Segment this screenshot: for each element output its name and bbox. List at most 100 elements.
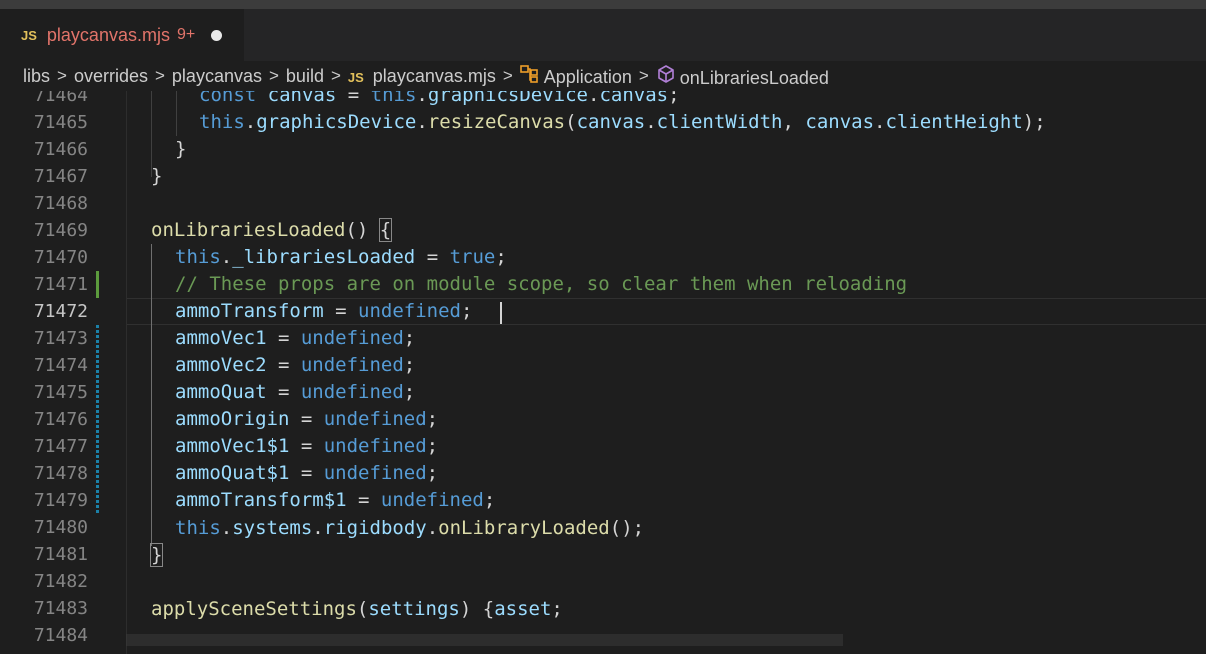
punctuation: .	[312, 517, 324, 539]
method-name: applySceneSettings	[151, 598, 357, 620]
operator: =	[346, 489, 381, 511]
breadcrumb-separator: >	[502, 66, 513, 85]
code-line-71469: onLibrariesLoaded() {	[151, 217, 393, 244]
punctuation: ;	[668, 91, 680, 106]
code-editor[interactable]: 71464 71465 71466 71467 71468 71469 71470 71471…	[0, 91, 1206, 654]
identifier: ammoVec1$1	[175, 435, 290, 457]
operator: =	[266, 354, 301, 376]
literal: true	[449, 246, 496, 268]
punctuation: ();	[609, 517, 645, 539]
code-line-71466: }	[175, 136, 186, 163]
punctuation: .	[220, 517, 233, 539]
symbol-class-icon	[519, 64, 540, 83]
identifier: ammoOrigin	[175, 408, 290, 430]
punctuation: ;	[483, 489, 496, 511]
text-cursor	[500, 302, 502, 324]
punctuation: ;	[461, 300, 473, 322]
problems-count-badge: 9+	[176, 26, 196, 43]
code-line-assignment: ammoVec1 = undefined;	[175, 325, 415, 352]
breadcrumb-method-label: onLibrariesLoaded	[679, 67, 829, 88]
code-line-71467: }	[151, 163, 162, 190]
matched-bracket: }	[149, 543, 164, 567]
keyword: const	[199, 91, 257, 106]
punctuation: .	[426, 517, 439, 539]
code-line-assignment: ammoTransform$1 = undefined;	[175, 487, 495, 514]
breadcrumb-class-label: Application	[543, 66, 632, 87]
keyword: this	[175, 246, 221, 268]
breadcrumb-method[interactable]: onLibrariesLoaded	[656, 64, 829, 89]
operator: =	[266, 381, 301, 403]
operator: =	[289, 462, 324, 484]
identifier: canvas	[805, 111, 875, 133]
js-file-icon: JS	[21, 27, 37, 43]
closing-brace: }	[175, 138, 187, 160]
title-strip	[0, 0, 1206, 9]
breadcrumb-class[interactable]: Application	[519, 64, 632, 88]
punctuation: .	[244, 111, 257, 133]
identifier: graphicsDevice	[427, 91, 588, 106]
operator: =	[266, 327, 301, 349]
literal: undefined	[323, 408, 427, 430]
breadcrumb-playcanvas[interactable]: playcanvas	[172, 66, 262, 87]
breadcrumb-separator: >	[154, 66, 165, 85]
identifier: ammoTransform	[175, 300, 324, 322]
unsaved-dot-icon[interactable]	[211, 29, 223, 41]
breadcrumb-separator: >	[268, 66, 279, 85]
identifier: clientHeight	[885, 111, 1023, 133]
method-name: onLibrariesLoaded	[151, 219, 346, 241]
editor-tab-bar: JS playcanvas.mjs 9+	[0, 9, 1206, 61]
horizontal-scrollbar[interactable]	[126, 634, 843, 646]
punctuation: ,	[782, 111, 806, 133]
identifier: systems	[232, 517, 313, 539]
punctuation: ;	[403, 381, 416, 403]
breadcrumb-build[interactable]: build	[286, 66, 324, 87]
literal: undefined	[300, 327, 404, 349]
code-line-71483: applySceneSettings(settings) {asset;	[151, 596, 563, 623]
identifier: clientWidth	[656, 111, 783, 133]
code-line-assignment: ammoTransform = undefined;	[175, 298, 472, 325]
literal: undefined	[323, 435, 427, 457]
code-line-71480: this.systems.rigidbody.onLibraryLoaded()…	[175, 515, 644, 542]
breadcrumb-separator: >	[638, 66, 649, 85]
code-line-assignment: ammoVec2 = undefined;	[175, 352, 415, 379]
breadcrumb-separator: >	[57, 66, 67, 85]
identifier: ammoVec2	[175, 354, 267, 376]
punctuation: .	[416, 91, 428, 106]
tab-filename: playcanvas.mjs	[46, 24, 170, 45]
operator: =	[323, 300, 359, 322]
identifier: _librariesLoaded	[232, 246, 416, 268]
parameter: settings	[368, 598, 460, 620]
operator: =	[415, 246, 450, 268]
identifier: canvas	[267, 91, 337, 106]
operator: =	[289, 408, 324, 430]
punctuation: .	[220, 246, 233, 268]
breadcrumb-libs[interactable]: libs	[23, 66, 50, 87]
keyword: this	[175, 517, 221, 539]
punctuation: ;	[426, 462, 439, 484]
punctuation: ;	[403, 354, 416, 376]
breadcrumb-file[interactable]: JS playcanvas.mjs	[348, 66, 496, 87]
function-name: onLibraryLoaded	[438, 517, 610, 539]
punctuation: .	[874, 111, 886, 133]
literal: undefined	[323, 462, 427, 484]
function-name: resizeCanvas	[427, 111, 566, 133]
breadcrumb-file-label: playcanvas.mjs	[372, 65, 496, 86]
identifier: graphicsDevice	[256, 111, 417, 133]
punctuation: (	[356, 598, 369, 620]
punctuation: ) {	[459, 598, 495, 620]
operator: =	[336, 91, 371, 106]
punctuation: ;	[551, 598, 563, 620]
tab-playcanvas-mjs[interactable]: JS playcanvas.mjs 9+	[0, 9, 244, 61]
punctuation: );	[1022, 111, 1046, 133]
matched-bracket: {	[378, 218, 393, 242]
punctuation: ;	[426, 408, 439, 430]
identifier: ammoTransform$1	[175, 489, 347, 511]
breadcrumb-overrides[interactable]: overrides	[74, 66, 148, 87]
punctuation: ;	[495, 246, 507, 268]
identifier: rigidbody	[323, 517, 427, 539]
identifier: canvas	[599, 91, 669, 106]
identifier: asset	[494, 598, 552, 620]
code-line-assignment: ammoVec1$1 = undefined;	[175, 433, 438, 460]
punctuation: ;	[403, 327, 416, 349]
punctuation: (	[565, 111, 577, 133]
